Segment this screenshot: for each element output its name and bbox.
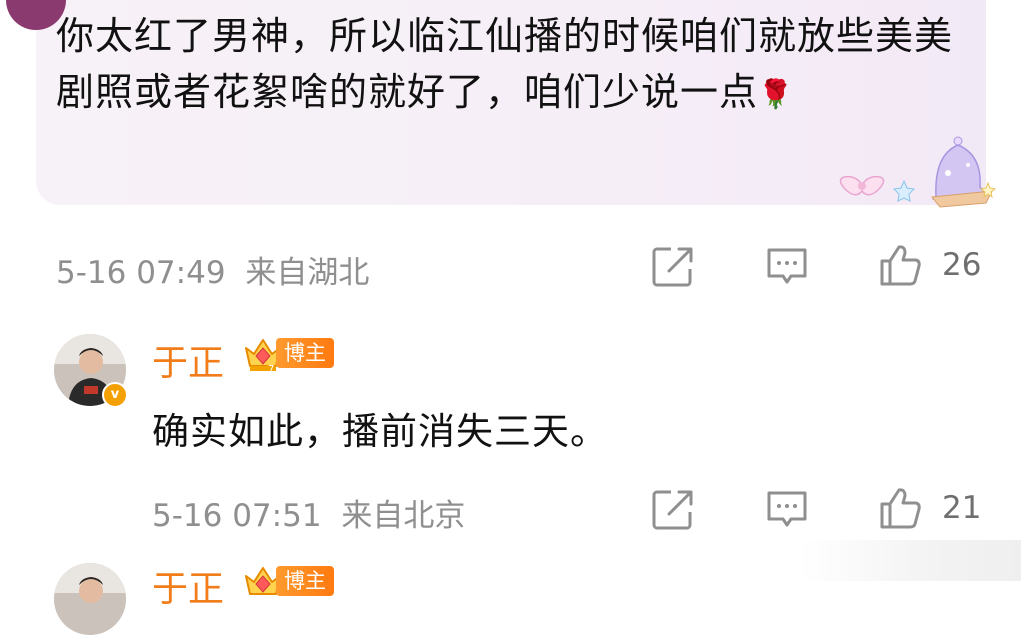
rose-emoji: 🌹	[758, 77, 794, 111]
avatar-photo-icon	[54, 563, 126, 635]
reply-time: 5-16 07:51	[152, 498, 322, 534]
blogger-badge: 博主	[276, 338, 334, 368]
next-reply-username[interactable]: 于正	[152, 560, 224, 612]
reply-timestamp: 5-16 07:51 来自北京	[152, 490, 465, 535]
reply-location: 来自北京	[341, 498, 466, 534]
comment-timestamp: 5-16 07:49 来自湖北	[56, 247, 369, 292]
reply-share-icon[interactable]	[651, 488, 695, 532]
comment-text: 你太红了男神，所以临江仙播的时候咱们就放些美美剧照或者花絮啥的就好了，咱们少说一…	[56, 8, 961, 123]
comment-time: 5-16 07:49	[56, 255, 226, 291]
reply-like-icon[interactable]	[878, 486, 922, 530]
next-blogger-badge: 博主	[276, 566, 334, 596]
bubble-decoration-icon	[839, 136, 997, 208]
share-icon[interactable]	[651, 245, 695, 289]
reply-username[interactable]: 于正	[152, 334, 224, 386]
comment-icon[interactable]	[765, 245, 809, 289]
bottom-fade	[800, 540, 1021, 581]
reply-text: 确实如此，播前消失三天。	[152, 410, 608, 453]
comment-location: 来自湖北	[245, 255, 370, 291]
reply-like-count: 21	[942, 490, 982, 526]
verified-badge-icon: v	[102, 382, 128, 408]
next-reply-avatar[interactable]	[54, 563, 126, 635]
reply-comment-icon[interactable]	[765, 488, 809, 532]
comment-like-count: 26	[942, 247, 982, 283]
svg-text:7: 7	[268, 364, 274, 374]
like-icon[interactable]	[878, 243, 922, 287]
comment-body: 你太红了男神，所以临江仙播的时候咱们就放些美美剧照或者花絮啥的就好了，咱们少说一…	[56, 14, 954, 114]
